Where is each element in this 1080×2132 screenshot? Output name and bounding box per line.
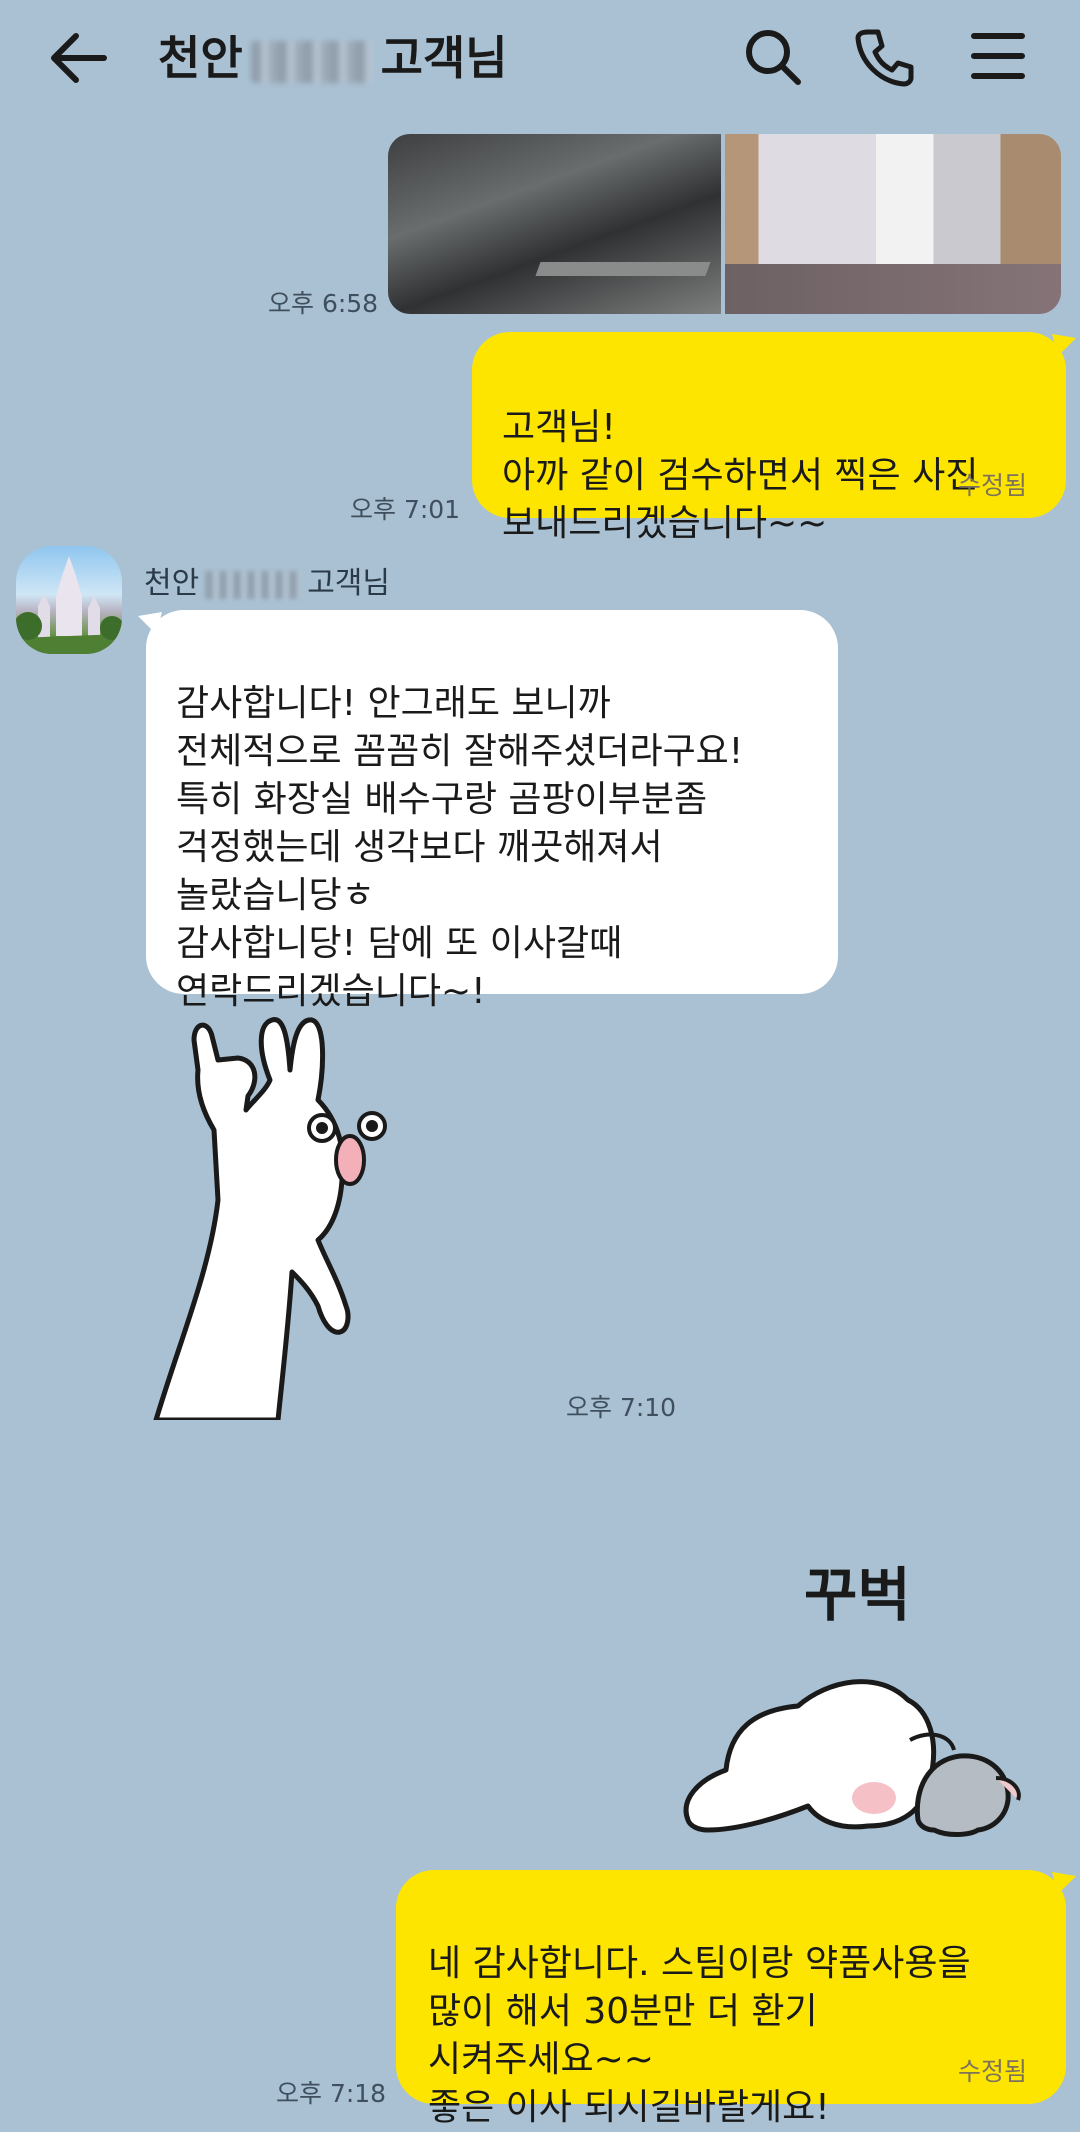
message-timestamp: 오후 7:01 xyxy=(350,495,461,524)
bubble-tail xyxy=(138,612,162,640)
chat-title: 천안 고객님 xyxy=(158,22,508,88)
bowing-rabbit-sticker[interactable] xyxy=(678,1630,1038,1840)
bubble-tail xyxy=(1052,334,1076,362)
sender-name: 천안 고객님 xyxy=(144,558,390,602)
message-timestamp: 오후 7:18 xyxy=(276,2079,387,2108)
bow-sticker-caption: 꾸벅 xyxy=(804,1561,911,1629)
back-arrow-icon[interactable] xyxy=(48,30,108,86)
bubble-tail xyxy=(1052,1872,1076,1900)
hallway-photo[interactable] xyxy=(725,134,1061,314)
redacted-name xyxy=(205,570,302,599)
bathroom-drain-photo[interactable] xyxy=(388,134,721,314)
sender-name-prefix: 천안 xyxy=(144,566,200,601)
edited-label: 수정됨 xyxy=(958,2057,1028,2086)
message-text: 감사합니다! 안그래도 보니까 전체적으로 꼼꼼히 잘해주셨더라구요! 특히 화… xyxy=(176,683,744,1012)
menu-icon[interactable] xyxy=(970,30,1026,82)
thumbs-up-rabbit-sticker[interactable] xyxy=(150,1010,450,1423)
redacted-name xyxy=(250,40,373,83)
sender-name-suffix: 고객님 xyxy=(307,566,391,601)
sender-avatar[interactable] xyxy=(16,546,122,654)
search-icon[interactable] xyxy=(742,26,804,88)
message-text: 고객님! 아까 같이 검수하면서 찍은 사진 보내드리겠습니다~~ xyxy=(502,407,979,544)
chat-title-suffix: 고객님 xyxy=(380,31,508,85)
edited-label: 수정됨 xyxy=(958,471,1028,500)
chat-title-prefix: 천안 xyxy=(158,31,243,85)
phone-icon[interactable] xyxy=(854,26,916,88)
message-timestamp: 오후 7:10 xyxy=(566,1393,677,1422)
photos-timestamp: 오후 6:58 xyxy=(268,289,379,318)
message-text: 네 감사합니다. 스팀이랑 약품사용을 많이 해서 30분만 더 환기 시켜주세… xyxy=(428,1943,971,2128)
incoming-message-bubble[interactable]: 감사합니다! 안그래도 보니까 전체적으로 꼼꼼히 잘해주셨더라구요! 특히 화… xyxy=(146,610,838,1012)
